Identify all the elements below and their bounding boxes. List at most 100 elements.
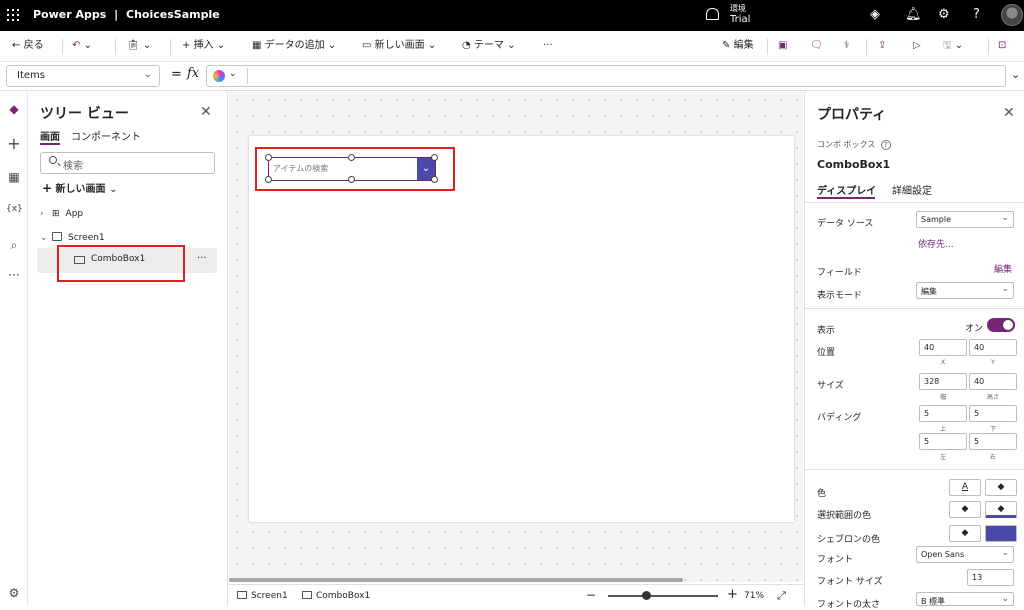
more-commands-button[interactable]: ··· (543, 40, 553, 52)
zoom-slider[interactable] (608, 595, 718, 597)
insert-label: 挿入 (193, 40, 214, 51)
screen1-canvas[interactable] (249, 136, 794, 522)
more-options-icon[interactable]: ··· (197, 253, 207, 264)
new-screen-button[interactable]: ▭ 新しい画面 ⌄ (362, 40, 436, 52)
copilot-icon[interactable]: ◈ (870, 8, 880, 22)
datasource-dropdown[interactable]: Sample ⌄ (916, 211, 1014, 228)
share-button[interactable]: ⇪ (878, 40, 886, 52)
combobox-icon (302, 591, 312, 599)
equals-sign: = (171, 67, 182, 82)
insert-button[interactable]: + 挿入 ⌄ (182, 40, 225, 52)
tree-search-input[interactable]: 検索 (40, 152, 215, 174)
fields-edit-link[interactable]: 編集 (994, 262, 1012, 275)
text-color-button[interactable]: A (949, 479, 981, 496)
zoom-out-button[interactable]: − (586, 588, 596, 602)
copilot-chevron-icon[interactable]: ⌄ (229, 69, 237, 79)
font-dropdown[interactable]: Open Sans ⌄ (916, 546, 1014, 563)
left-rail: ◆ + ▦ {x} ⌕ ··· ⚙ (0, 92, 28, 606)
insert-icon[interactable]: + (6, 134, 22, 153)
tab-advanced[interactable]: 詳細設定 (892, 182, 932, 197)
position-label: 位置 (817, 348, 836, 358)
display-mode-dropdown[interactable]: 編集 ⌄ (916, 282, 1014, 299)
app-launcher-icon[interactable] (7, 9, 19, 21)
avatar[interactable] (1001, 4, 1023, 26)
comment-icon: 🗨︎ (810, 40, 823, 51)
theme-button[interactable]: ◔ テーマ ⌄ (462, 40, 516, 52)
new-screen-icon: ▭ (362, 40, 372, 51)
add-data-button[interactable]: ▦ データの追加 ⌄ (252, 40, 336, 52)
breadcrumb-combobox1[interactable]: ComboBox1 (302, 591, 370, 601)
padding-left-input[interactable]: 5 (919, 433, 967, 450)
more-icon[interactable]: ··· (6, 268, 22, 282)
fit-to-window-icon[interactable]: ⤢ (777, 589, 786, 603)
tab-display[interactable]: ディスプレイ (817, 182, 876, 197)
font-weight-dropdown[interactable]: B 標準 ⌄ (916, 592, 1014, 606)
comments-button[interactable]: 🗨︎ (810, 40, 823, 52)
tab-screens[interactable]: 画面 (40, 128, 60, 143)
data-icon[interactable]: ▦ (6, 170, 22, 184)
highlight-box (57, 245, 185, 282)
notes-button[interactable]: ▣ (778, 40, 787, 52)
layers-icon[interactable]: ◆ (6, 102, 22, 116)
selection-fill-button[interactable]: ◆ (949, 501, 981, 518)
info-icon[interactable]: ? (880, 140, 891, 150)
padding-top-input[interactable]: 5 (919, 405, 967, 422)
chevron-right-icon: › (40, 209, 44, 219)
tree-node-screen1[interactable]: ⌄ Screen1 (40, 232, 105, 243)
fill-color-button[interactable]: ◆ (985, 479, 1017, 496)
visible-toggle[interactable] (987, 318, 1015, 332)
height-input[interactable]: 40 (969, 373, 1017, 390)
new-screen-button[interactable]: + 新しい画面 ⌄ (42, 180, 117, 195)
padding-bottom-input[interactable]: 5 (969, 405, 1017, 422)
help-icon[interactable]: ? (973, 8, 980, 22)
search-icon[interactable]: ⌕ (6, 238, 22, 253)
position-x-input[interactable]: 40 (919, 339, 967, 356)
variables-icon[interactable]: {x} (6, 204, 23, 214)
close-icon[interactable]: ✕ (1003, 105, 1015, 121)
save-button[interactable]: 🖫︎ ⌄ (943, 40, 963, 52)
app-checker-button[interactable]: ⚕ (844, 40, 849, 52)
property-value: Items (17, 70, 45, 81)
back-arrow-icon: ← (12, 40, 21, 51)
display-mode-value: 編集 (921, 287, 937, 296)
settings-icon[interactable]: ⚙ (938, 8, 950, 22)
theme-icon: ◔ (462, 40, 471, 51)
divider (62, 39, 63, 55)
publish-button[interactable]: ⊡ (998, 40, 1006, 52)
position-y-input[interactable]: 40 (969, 339, 1017, 356)
close-icon[interactable]: ✕ (200, 104, 212, 120)
zoom-slider-thumb[interactable] (642, 591, 651, 600)
width-input[interactable]: 328 (919, 373, 967, 390)
depends-on-link[interactable]: 依存先... (918, 237, 954, 250)
property-dropdown[interactable]: Items ⌄ (6, 65, 160, 87)
datasource-value: Sample (921, 215, 951, 224)
divider (805, 202, 1024, 203)
chevron-color-swatch[interactable] (985, 525, 1017, 542)
settings-icon[interactable]: ⚙ (6, 586, 22, 600)
tab-components[interactable]: コンポーネント (71, 128, 141, 143)
control-name: ComboBox1 (817, 158, 891, 171)
formula-input[interactable]: ⌄ (206, 65, 1006, 87)
back-button[interactable]: ← 戻る (12, 40, 44, 52)
selection-color-button[interactable]: ◆ (985, 501, 1017, 518)
copilot-icon[interactable] (213, 70, 225, 82)
undo-chevron-icon: ⌄ (83, 40, 92, 51)
font-size-input[interactable]: 13 (967, 569, 1014, 586)
left-caption: 左 (939, 454, 946, 461)
app-title: Power Apps | ChoicesSample (33, 8, 220, 21)
color-label: 色 (817, 489, 827, 499)
x-caption: X (940, 359, 946, 366)
chevron-fill-button[interactable]: ◆ (949, 525, 981, 542)
edit-button[interactable]: ✎ 編集 (722, 40, 754, 52)
notifications-icon[interactable]: 🔔︎ (905, 8, 922, 22)
horizontal-scrollbar[interactable] (229, 578, 683, 582)
zoom-in-button[interactable]: + (727, 587, 738, 602)
tree-node-label: Screen1 (68, 233, 105, 243)
tree-node-app[interactable]: › ⊞ App (40, 209, 83, 219)
breadcrumb-screen1[interactable]: Screen1 (237, 591, 288, 601)
preview-button[interactable]: ▷ (913, 40, 921, 52)
padding-right-input[interactable]: 5 (969, 433, 1017, 450)
undo-button[interactable]: ↶ ⌄ (72, 40, 92, 52)
expand-formula-icon[interactable]: ⌄ (1011, 68, 1020, 81)
paste-button[interactable]: 📋︎ ⌄ (127, 40, 151, 52)
